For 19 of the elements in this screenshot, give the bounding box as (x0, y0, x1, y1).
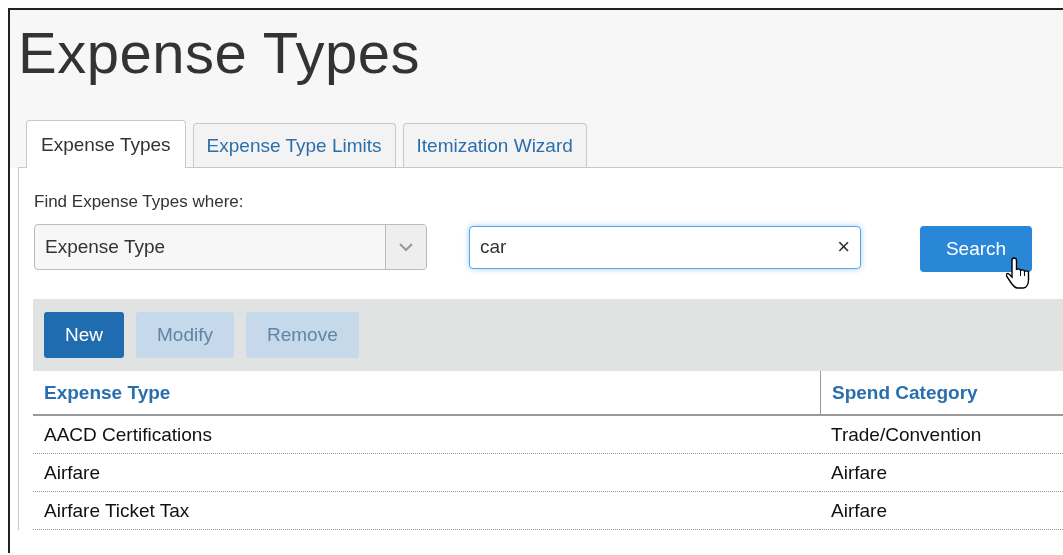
table-cell: AACD Certifications (33, 416, 820, 454)
field-dropdown[interactable]: Expense Type (34, 224, 427, 270)
column-header[interactable]: Spend Category (820, 371, 1063, 416)
table-cell: Airfare Ticket Tax (33, 492, 820, 530)
page-title: Expense Types (18, 19, 422, 87)
toolbar-button[interactable]: New (44, 312, 124, 358)
table-cell: Airfare (820, 454, 1063, 492)
search-field[interactable]: car × (469, 225, 861, 269)
table-cell: Airfare (820, 492, 1063, 530)
tab[interactable]: Expense Type Limits (192, 123, 396, 167)
chevron-down-icon (399, 242, 413, 252)
tab[interactable]: Expense Types (26, 120, 186, 168)
column-header[interactable]: Expense Type (33, 371, 820, 416)
tab[interactable]: Itemization Wizard (402, 123, 587, 167)
clear-icon[interactable]: × (837, 236, 850, 258)
table-cell: Trade/Convention (820, 416, 1063, 454)
search-label: Find Expense Types where: (34, 192, 245, 212)
table-cell: Airfare (33, 454, 820, 492)
search-button[interactable]: Search (920, 226, 1032, 272)
